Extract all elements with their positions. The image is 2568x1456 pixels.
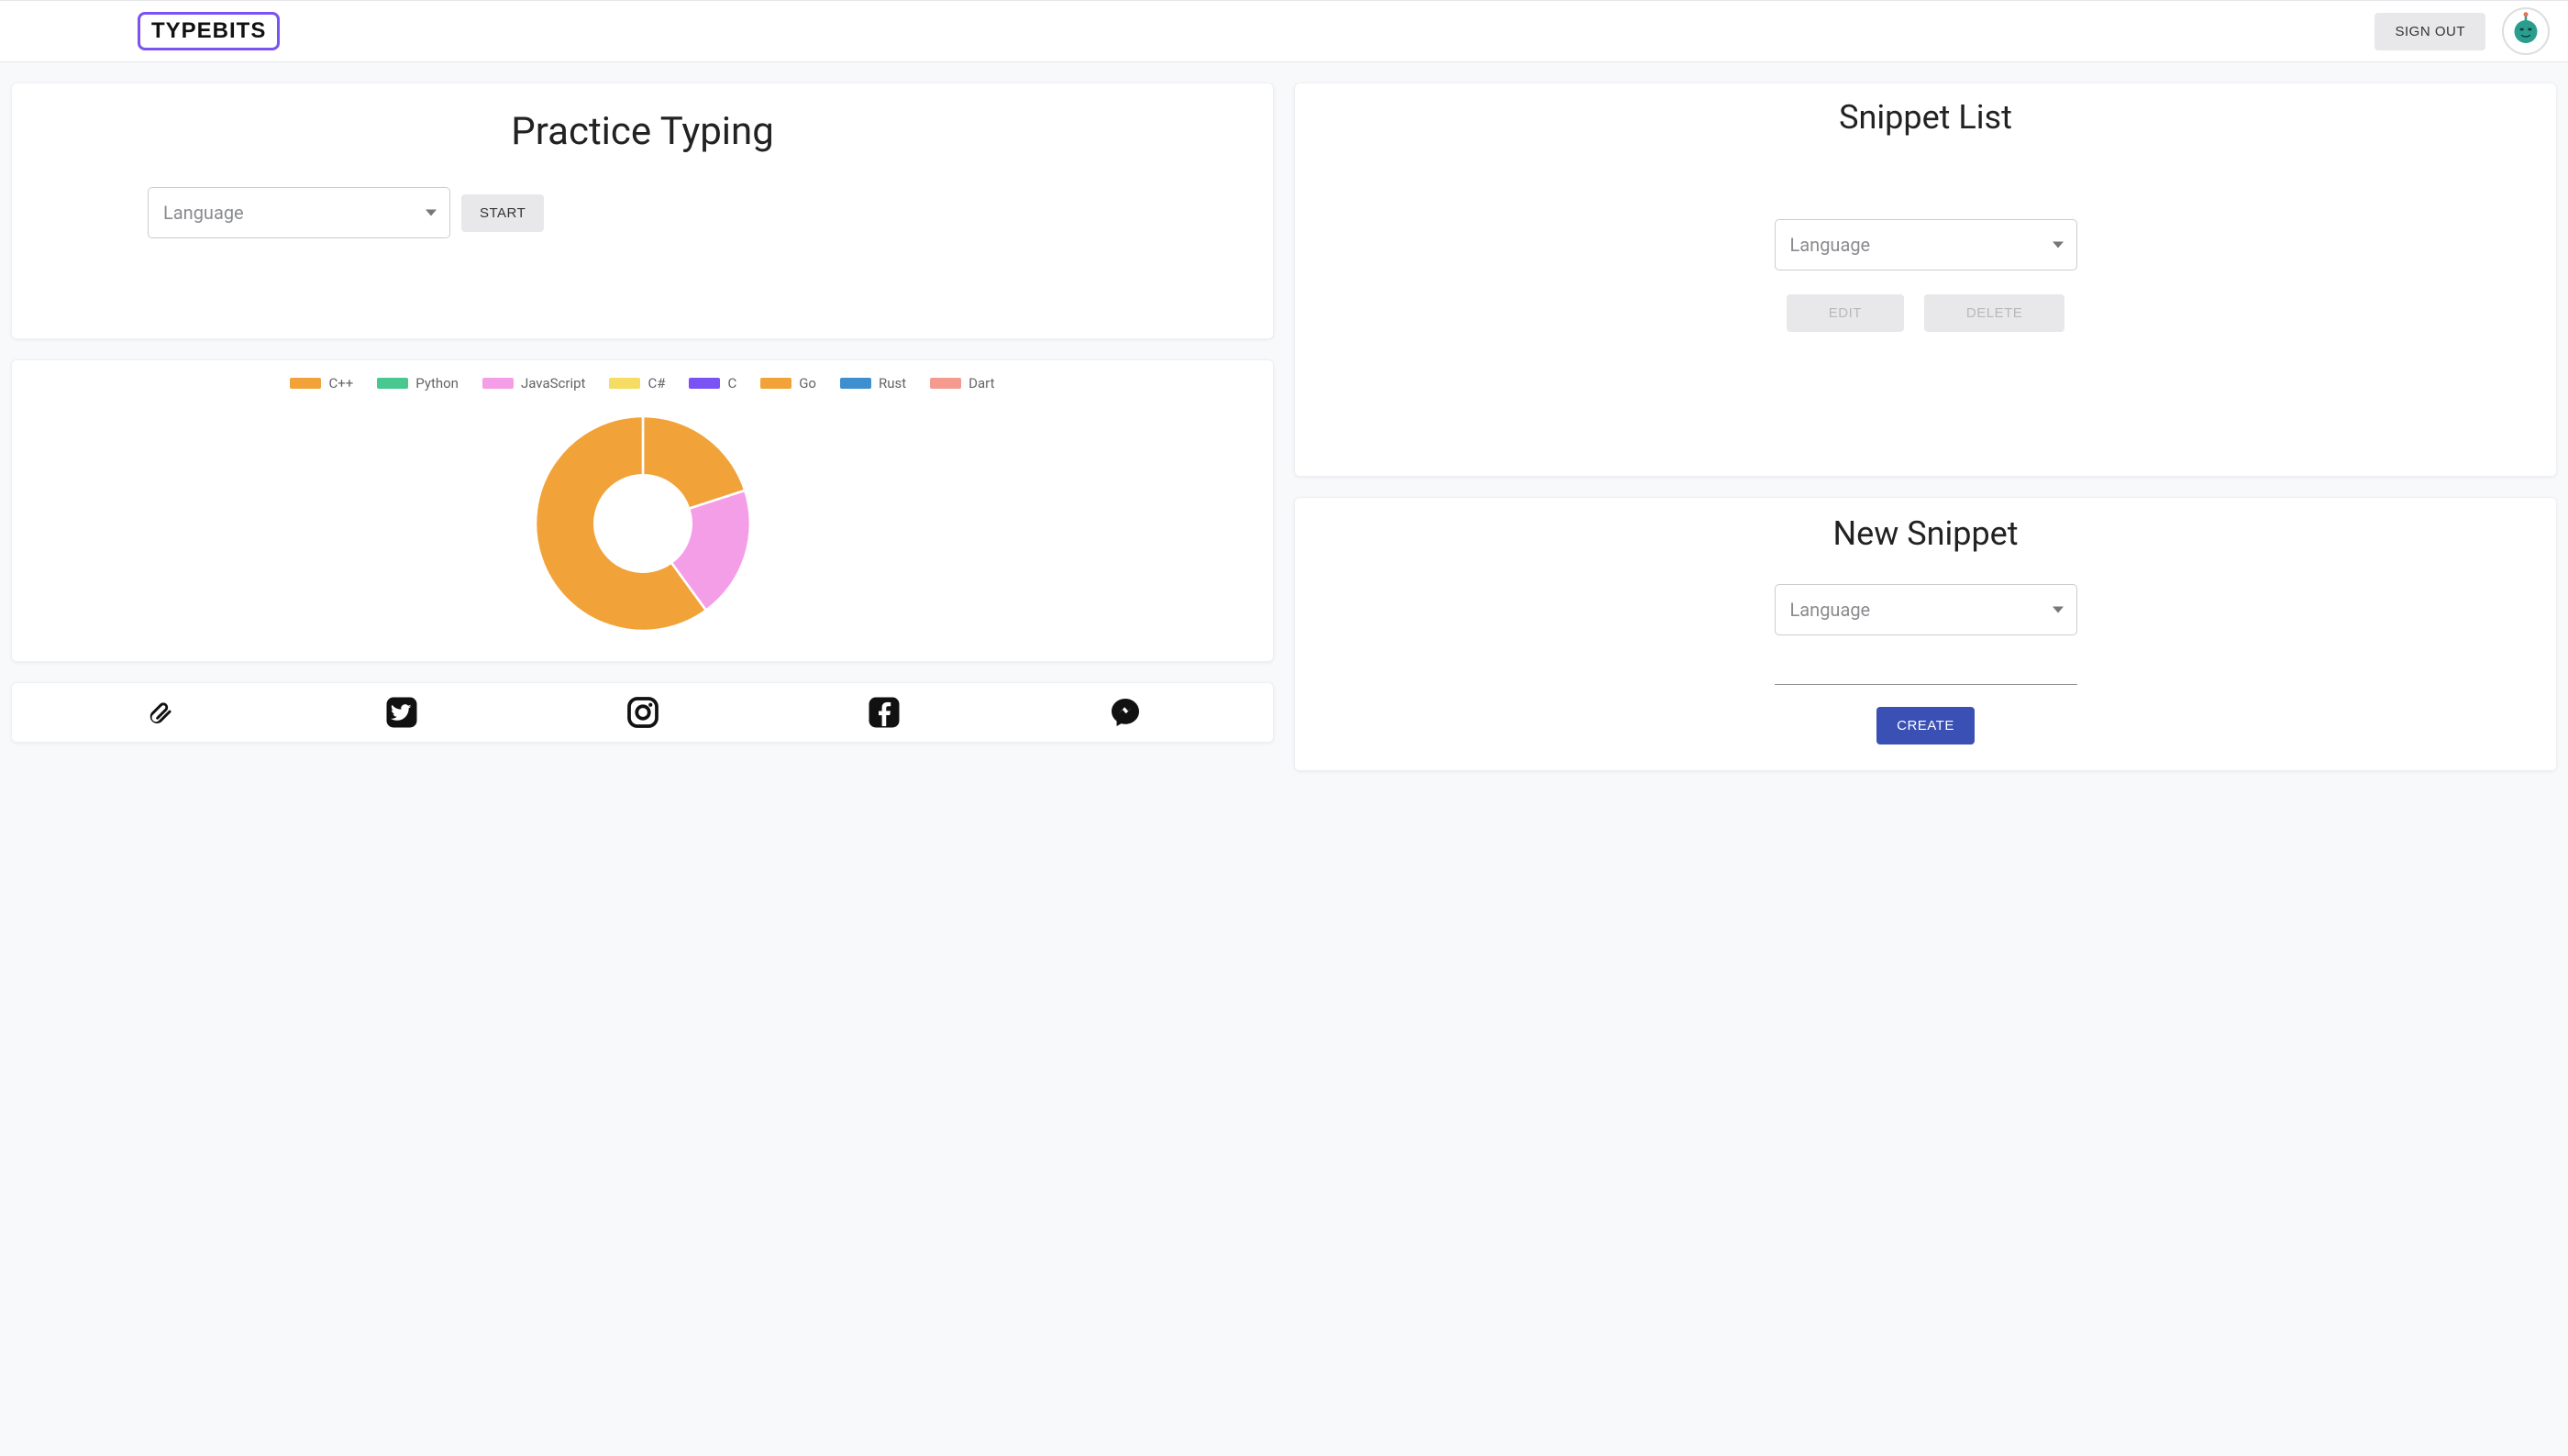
- social-card: [11, 682, 1274, 743]
- chevron-down-icon: [2053, 607, 2064, 613]
- snippet-list-title: Snippet List: [1295, 98, 2556, 137]
- donut-chart: [524, 404, 762, 643]
- robot-icon: [2507, 11, 2544, 51]
- instagram-icon[interactable]: [625, 694, 661, 731]
- practice-title: Practice Typing: [38, 109, 1247, 154]
- avatar[interactable]: [2502, 7, 2550, 55]
- practice-row: Language START: [38, 187, 1247, 238]
- new-snippet-language-select[interactable]: Language: [1775, 584, 2077, 635]
- create-button[interactable]: CREATE: [1876, 707, 1975, 745]
- legend-item[interactable]: C++: [290, 375, 353, 392]
- snippet-language-select[interactable]: Language: [1775, 219, 2077, 270]
- legend-item[interactable]: Python: [377, 375, 459, 392]
- messenger-icon[interactable]: [1107, 694, 1144, 731]
- left-column: Practice Typing Language START C++ Python…: [11, 83, 1274, 771]
- legend-label: Rust: [879, 375, 906, 392]
- delete-button[interactable]: DELETE: [1924, 294, 2064, 332]
- legend-label: C: [727, 375, 736, 392]
- right-column: Snippet List Language EDIT DELETE New Sn…: [1294, 83, 2557, 771]
- logo-text: TYPEBITS: [151, 18, 266, 44]
- legend-item[interactable]: C#: [609, 375, 665, 392]
- select-placeholder: Language: [163, 202, 244, 224]
- sign-out-button[interactable]: SIGN OUT: [2374, 13, 2485, 50]
- legend-item[interactable]: Go: [760, 375, 816, 392]
- top-bar: TYPEBITS SIGN OUT: [0, 0, 2568, 62]
- snippet-list-card: Snippet List Language EDIT DELETE: [1294, 83, 2557, 477]
- new-snippet-input[interactable]: [1775, 657, 2077, 685]
- chart-legend: C++ Python JavaScript C# C Go Rust Dart: [30, 370, 1255, 397]
- legend-label: Dart: [969, 375, 994, 392]
- snippet-button-row: EDIT DELETE: [1787, 294, 2065, 332]
- legend-label: Go: [799, 375, 816, 392]
- legend-swatch: [290, 378, 321, 389]
- legend-swatch: [689, 378, 720, 389]
- legend-label: JavaScript: [521, 375, 585, 392]
- start-button[interactable]: START: [461, 194, 544, 232]
- select-placeholder: Language: [1790, 599, 1871, 621]
- new-snippet-title: New Snippet: [1295, 514, 2556, 553]
- attachment-icon[interactable]: [142, 694, 179, 731]
- legend-swatch: [760, 378, 791, 389]
- legend-item[interactable]: Dart: [930, 375, 994, 392]
- legend-swatch: [840, 378, 871, 389]
- snippet-list-controls: Language EDIT DELETE: [1295, 219, 2556, 332]
- practice-card: Practice Typing Language START: [11, 83, 1274, 339]
- legend-item[interactable]: C: [689, 375, 736, 392]
- legend-label: C#: [648, 375, 665, 392]
- new-snippet-body: Language CREATE: [1295, 584, 2556, 745]
- legend-swatch: [482, 378, 514, 389]
- facebook-icon[interactable]: [866, 694, 902, 731]
- new-snippet-card: New Snippet Language CREATE: [1294, 497, 2557, 771]
- logo[interactable]: TYPEBITS: [138, 12, 280, 50]
- chevron-down-icon: [426, 210, 437, 216]
- donut-wrap: [30, 404, 1255, 643]
- twitter-icon[interactable]: [383, 694, 420, 731]
- legend-label: Python: [415, 375, 459, 392]
- legend-swatch: [930, 378, 961, 389]
- chevron-down-icon: [2053, 242, 2064, 248]
- legend-swatch: [377, 378, 408, 389]
- select-placeholder: Language: [1790, 234, 1871, 256]
- legend-item[interactable]: JavaScript: [482, 375, 585, 392]
- chart-card: C++ Python JavaScript C# C Go Rust Dart: [11, 359, 1274, 662]
- legend-item[interactable]: Rust: [840, 375, 906, 392]
- legend-swatch: [609, 378, 640, 389]
- topbar-right: SIGN OUT: [2374, 7, 2550, 55]
- edit-button[interactable]: EDIT: [1787, 294, 1904, 332]
- legend-label: C++: [328, 375, 353, 392]
- page-grid: Practice Typing Language START C++ Python…: [0, 62, 2568, 782]
- practice-language-select[interactable]: Language: [148, 187, 450, 238]
